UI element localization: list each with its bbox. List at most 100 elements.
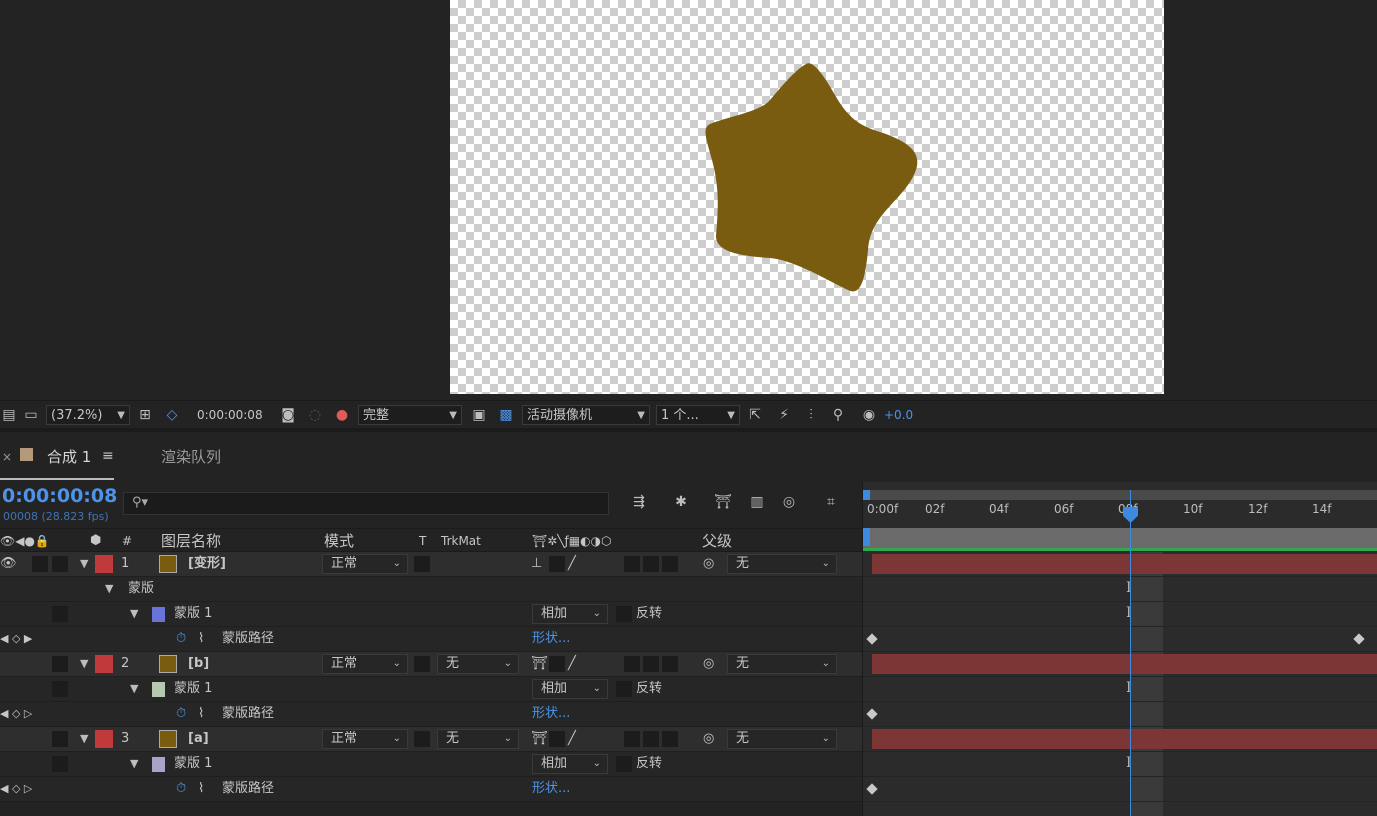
- keyframe-nav-icon[interactable]: ◀ ◇ ▷: [0, 777, 32, 801]
- lock-toggle[interactable]: [52, 656, 68, 672]
- quality-switch[interactable]: [549, 731, 565, 747]
- mask-path-row-2[interactable]: ◀ ◇ ▷ ⏱ ⌇ 蒙版路径 形状...: [0, 702, 862, 727]
- 3d-switch[interactable]: [662, 656, 678, 672]
- expand-triangle-icon[interactable]: ▼: [80, 652, 88, 676]
- pickwhip-icon[interactable]: ◎: [703, 652, 714, 676]
- keyframe[interactable]: [1353, 633, 1365, 645]
- mask-visibility-icon[interactable]: ◇: [163, 405, 181, 425]
- layer-bar[interactable]: [872, 729, 1377, 749]
- collapse-switch-icon[interactable]: ⊥: [531, 552, 542, 576]
- layer-track-2[interactable]: [863, 652, 1377, 677]
- resolution-select[interactable]: 完整 ▼: [358, 405, 462, 425]
- channels-icon[interactable]: ●: [333, 405, 351, 425]
- tab-render-queue[interactable]: 渲染队列: [161, 446, 221, 467]
- collapse-switch-icon[interactable]: ⛩: [531, 727, 548, 751]
- mask-lock-toggle[interactable]: [52, 681, 68, 697]
- mask-row-1[interactable]: ▼ 蒙版 1 相加 ⌄ 反转: [0, 602, 862, 627]
- col-trkmat[interactable]: TrkMat: [441, 529, 481, 553]
- eye-icon[interactable]: 👁: [0, 552, 17, 576]
- comp-mini-flowchart-icon[interactable]: ⇶: [630, 494, 648, 510]
- col-t[interactable]: T: [419, 529, 426, 553]
- playhead-line[interactable]: [1130, 490, 1131, 816]
- invert-checkbox[interactable]: [616, 681, 632, 697]
- quality-switch[interactable]: [549, 656, 565, 672]
- layer-row-3[interactable]: ▼ 3 [a] 正常 ⌄ 无 ⌄ ⛩ ╱ ◎ 无 ⌄: [0, 727, 862, 752]
- panel-menu-icon[interactable]: ≡: [102, 448, 114, 464]
- current-time[interactable]: 0:00:00:08: [2, 485, 117, 507]
- parent-select[interactable]: 无 ⌄: [727, 554, 837, 574]
- label-tag-icon[interactable]: ⬢: [90, 529, 101, 553]
- av-switches-icon[interactable]: 👁◀●🔒: [0, 529, 50, 553]
- blend-switch[interactable]: [643, 731, 659, 747]
- time-navigator[interactable]: [863, 528, 1377, 548]
- blend-switch[interactable]: [643, 656, 659, 672]
- region-icon[interactable]: ▤: [0, 405, 18, 425]
- mask-color[interactable]: [152, 757, 165, 772]
- mask-mode-select[interactable]: 相加 ⌄: [532, 604, 608, 624]
- show-snapshot-icon[interactable]: ◌: [306, 405, 324, 425]
- layer-bar[interactable]: [872, 554, 1377, 574]
- transparency-grid-icon[interactable]: ▩: [497, 405, 515, 425]
- lock-toggle[interactable]: [52, 731, 68, 747]
- search-input[interactable]: ⚲▾: [123, 492, 609, 515]
- trkmat-select[interactable]: 无 ⌄: [437, 654, 519, 674]
- fx-switch[interactable]: [624, 556, 640, 572]
- mask-row-3[interactable]: ▼ 蒙版 1 相加 ⌄ 反转: [0, 752, 862, 777]
- timeline-icon[interactable]: ⫶: [802, 405, 820, 425]
- expand-triangle-icon[interactable]: ▼: [105, 577, 113, 601]
- mask-mode-select[interactable]: 相加 ⌄: [532, 754, 608, 774]
- mask-path-value[interactable]: 形状...: [532, 777, 570, 801]
- monitor-icon[interactable]: ▭: [22, 405, 40, 425]
- fx-switch[interactable]: [624, 656, 640, 672]
- keyframe-nav-icon[interactable]: ◀ ◇ ▶: [0, 627, 32, 651]
- label-color[interactable]: [95, 555, 113, 573]
- quality-slash-icon[interactable]: ╱: [568, 652, 576, 676]
- shy-layers-icon[interactable]: ⛩: [714, 494, 732, 510]
- close-tab-icon[interactable]: ×: [2, 450, 12, 464]
- frame-blending-icon[interactable]: ▥: [748, 494, 766, 510]
- layer-track-1[interactable]: [863, 552, 1377, 577]
- col-layer-name[interactable]: 图层名称: [161, 529, 221, 553]
- graph-icon[interactable]: ⌇: [198, 627, 204, 651]
- toggle-pixel-icon[interactable]: ⇱: [746, 405, 764, 425]
- solo-toggle[interactable]: [32, 556, 48, 572]
- layer-name[interactable]: [变形]: [188, 552, 226, 576]
- mask-label[interactable]: 蒙版 1: [174, 752, 212, 776]
- 3d-switch[interactable]: [662, 731, 678, 747]
- mask-path-row-3[interactable]: ◀ ◇ ▷ ⏱ ⌇ 蒙版路径 形状...: [0, 777, 862, 802]
- blend-mode-select[interactable]: 正常 ⌄: [322, 654, 408, 674]
- parent-select[interactable]: 无 ⌄: [727, 654, 837, 674]
- layer-name[interactable]: [a]: [188, 727, 209, 751]
- mask-row-2[interactable]: ▼ 蒙版 1 相加 ⌄ 反转: [0, 677, 862, 702]
- mask-label[interactable]: 蒙版 1: [174, 677, 212, 701]
- blend-mode-select[interactable]: 正常 ⌄: [322, 554, 408, 574]
- preserve-transparency-toggle[interactable]: [414, 731, 430, 747]
- mask-path-value[interactable]: 形状...: [532, 627, 570, 651]
- preserve-transparency-toggle[interactable]: [414, 556, 430, 572]
- exposure-value[interactable]: +0.0: [884, 405, 913, 425]
- navigator-start-handle[interactable]: [863, 528, 870, 546]
- mask-path-row-1[interactable]: ◀ ◇ ▶ ⏱ ⌇ 蒙版路径 形状...: [0, 627, 862, 652]
- zoom-select[interactable]: (37.2%) ▼: [46, 405, 130, 425]
- collapse-switch-icon[interactable]: ⛩: [531, 652, 548, 676]
- keyframe[interactable]: [866, 783, 878, 795]
- mask-mode-select[interactable]: 相加 ⌄: [532, 679, 608, 699]
- flowchart-icon[interactable]: ⚲: [829, 405, 847, 425]
- blend-switch[interactable]: [643, 556, 659, 572]
- pickwhip-icon[interactable]: ◎: [703, 727, 714, 751]
- blend-mode-select[interactable]: 正常 ⌄: [322, 729, 408, 749]
- expand-triangle-icon[interactable]: ▼: [130, 677, 138, 701]
- timeline-graph[interactable]: 0:00f 02f 04f 06f 08f 10f 12f 14f I I I …: [863, 482, 1377, 816]
- stopwatch-icon[interactable]: ⏱: [176, 627, 186, 651]
- work-area-bar[interactable]: [866, 490, 1377, 500]
- quality-switch[interactable]: [549, 556, 565, 572]
- comp-canvas[interactable]: [450, 0, 1164, 394]
- graph-editor-icon[interactable]: ⌗: [822, 494, 840, 510]
- label-color[interactable]: [95, 730, 113, 748]
- fx-switch[interactable]: [624, 731, 640, 747]
- col-number[interactable]: #: [122, 529, 132, 553]
- stopwatch-icon[interactable]: ⏱: [176, 777, 186, 801]
- star-shape[interactable]: [450, 0, 1164, 394]
- graph-icon[interactable]: ⌇: [198, 702, 204, 726]
- expand-triangle-icon[interactable]: ▼: [130, 602, 138, 626]
